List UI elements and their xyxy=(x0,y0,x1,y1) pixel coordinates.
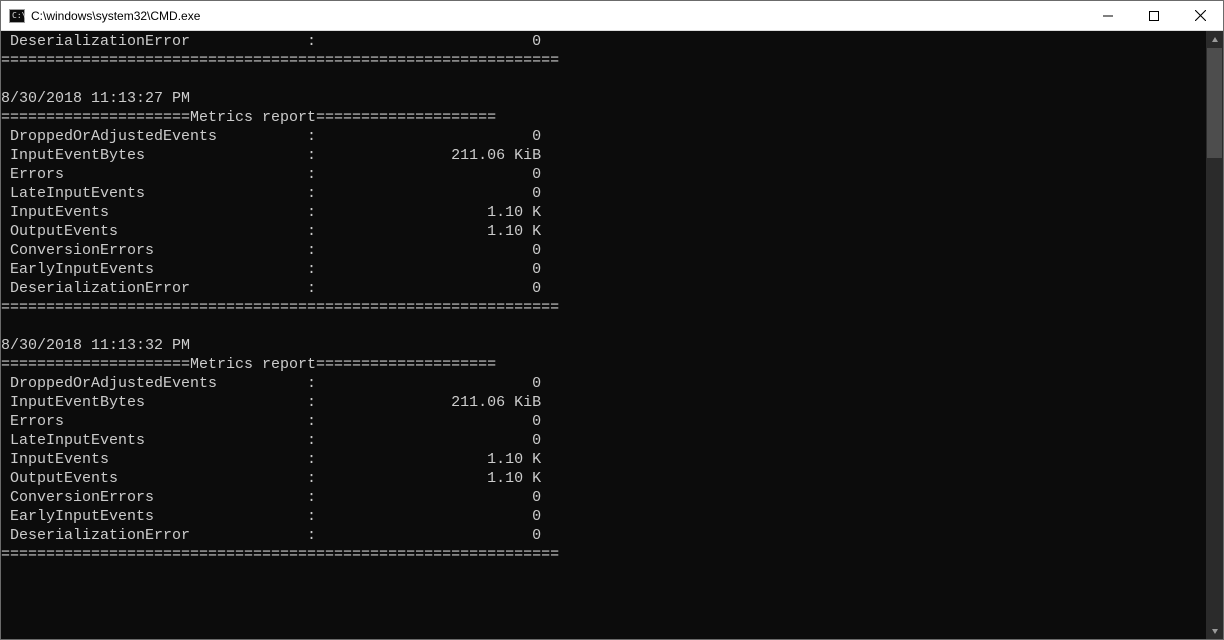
scroll-up-button[interactable] xyxy=(1206,31,1223,48)
scroll-thumb[interactable] xyxy=(1207,48,1222,158)
window-title: C:\windows\system32\CMD.exe xyxy=(31,9,200,23)
app-window: C:\ C:\windows\system32\CMD.exe Deserial… xyxy=(0,0,1224,640)
vertical-scrollbar[interactable] xyxy=(1206,31,1223,639)
scroll-down-button[interactable] xyxy=(1206,622,1223,639)
maximize-button[interactable] xyxy=(1131,1,1177,31)
svg-text:C:\: C:\ xyxy=(12,11,25,20)
close-button[interactable] xyxy=(1177,1,1223,31)
console-output[interactable]: DeserializationError : 0 ===============… xyxy=(1,31,1206,639)
cmd-icon: C:\ xyxy=(9,8,25,24)
minimize-button[interactable] xyxy=(1085,1,1131,31)
client-area: DeserializationError : 0 ===============… xyxy=(1,31,1223,639)
titlebar[interactable]: C:\ C:\windows\system32\CMD.exe xyxy=(1,1,1223,31)
